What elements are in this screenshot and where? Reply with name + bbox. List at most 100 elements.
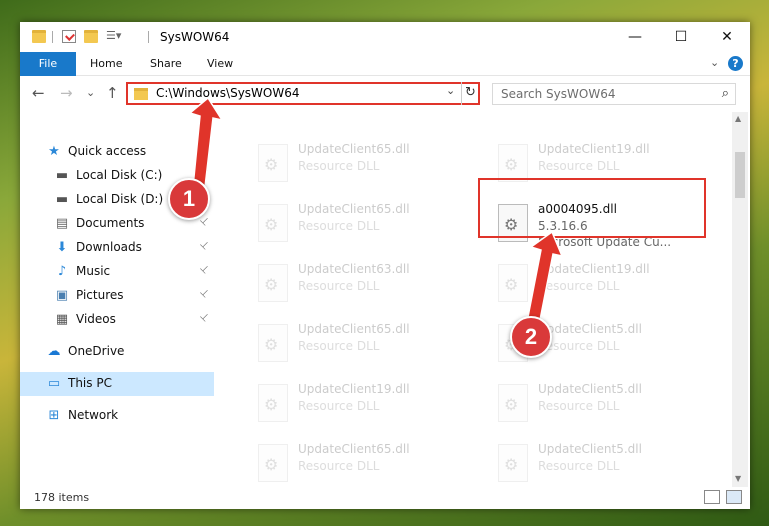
expand-ribbon-icon[interactable]: ⌄ xyxy=(710,56,719,69)
minimize-button[interactable]: — xyxy=(612,22,658,52)
sidebar-item-onedrive[interactable]: ☁ OneDrive xyxy=(20,340,214,364)
sidebar-icon: ▤ xyxy=(55,216,69,231)
pin-icon[interactable]: ⊥ xyxy=(197,287,211,301)
sidebar-item-videos[interactable]: ▦ Videos ⊥ xyxy=(20,308,214,332)
address-path[interactable]: C:\Windows\SysWOW64 xyxy=(156,86,300,100)
sidebar-item-quick-access[interactable]: ★ Quick access xyxy=(20,140,214,164)
dll-file-icon xyxy=(258,204,288,242)
file-name: UpdateClient65.dll xyxy=(298,442,410,456)
sidebar-item-network[interactable]: ⊞ Network xyxy=(20,404,214,428)
sidebar-icon: ⬇ xyxy=(56,240,68,255)
file-tile[interactable]: UpdateClient19.dll Resource DLL xyxy=(488,258,718,310)
sidebar-item-label: Local Disk (C:) xyxy=(76,168,163,182)
details-view-icon[interactable] xyxy=(704,490,720,504)
file-name: UpdateClient5.dll xyxy=(538,322,642,336)
file-explorer-window: ☰▾ SysWOW64 — ☐ ✕ File Home Share View ⌄… xyxy=(20,22,750,509)
sidebar-item-label: Music xyxy=(76,264,111,278)
address-bar[interactable]: C:\Windows\SysWOW64 ⌄ ↻ xyxy=(126,82,480,105)
search-input[interactable]: Search SysWOW64 ⌕ xyxy=(492,83,736,105)
address-dropdown-icon[interactable]: ⌄ xyxy=(446,84,455,97)
properties-icon[interactable] xyxy=(62,30,76,43)
title-bar: ☰▾ SysWOW64 — ☐ ✕ xyxy=(20,22,750,52)
vertical-scrollbar[interactable]: ▲ ▼ xyxy=(732,112,748,487)
pin-icon[interactable]: ⊥ xyxy=(197,263,211,277)
file-tile[interactable]: UpdateClient65.dll Resource DLL xyxy=(248,318,478,370)
sidebar-item-this-pc[interactable]: ▭ This PC xyxy=(20,372,214,396)
scroll-thumb[interactable] xyxy=(735,152,745,198)
search-placeholder: Search SysWOW64 xyxy=(501,87,616,101)
file-name: UpdateClient5.dll xyxy=(538,382,642,396)
scroll-up-icon[interactable]: ▲ xyxy=(735,114,741,123)
folder-icon[interactable] xyxy=(32,30,46,43)
tab-file[interactable]: File xyxy=(20,52,76,76)
customize-toolbar-icon[interactable]: ☰▾ xyxy=(106,29,130,42)
file-type: Resource DLL xyxy=(538,459,620,473)
sidebar-item-label: OneDrive xyxy=(68,344,125,358)
sidebar-item-pictures[interactable]: ▣ Pictures ⊥ xyxy=(20,284,214,308)
file-tile[interactable]: UpdateClient5.dll Resource DLL xyxy=(488,438,718,487)
sidebar-icon: ▬ xyxy=(55,168,69,183)
folder-icon xyxy=(134,88,148,100)
dll-file-icon xyxy=(258,324,288,362)
sidebar-item-label: Videos xyxy=(76,312,116,326)
file-tile[interactable]: UpdateClient19.dll Resource DLL xyxy=(248,378,478,430)
up-button[interactable]: ↑ xyxy=(106,84,119,102)
file-type: Resource DLL xyxy=(298,279,380,293)
close-button[interactable]: ✕ xyxy=(704,22,750,52)
refresh-button[interactable]: ↻ xyxy=(461,82,479,105)
dll-file-icon xyxy=(498,264,528,302)
pin-icon[interactable]: ⊥ xyxy=(197,311,211,325)
dll-file-icon xyxy=(498,444,528,482)
file-name: UpdateClient63.dll xyxy=(298,262,410,276)
dll-file-icon xyxy=(498,144,528,182)
file-tile[interactable]: UpdateClient63.dll Resource DLL xyxy=(248,258,478,310)
new-folder-icon[interactable] xyxy=(84,30,98,43)
sidebar-icon: ♪ xyxy=(57,264,67,279)
file-name: UpdateClient65.dll xyxy=(298,322,410,336)
pin-icon[interactable]: ⊥ xyxy=(197,167,211,181)
file-tile[interactable]: UpdateClient65.dll Resource DLL xyxy=(248,438,478,487)
dll-file-icon xyxy=(258,144,288,182)
file-name: UpdateClient19.dll xyxy=(298,382,410,396)
file-list: UpdateClient65.dllResource DLLUpdateClie… xyxy=(216,112,730,487)
sidebar-icon: ▣ xyxy=(55,288,69,303)
sidebar-icon: ★ xyxy=(48,144,60,159)
maximize-button[interactable]: ☐ xyxy=(658,22,704,52)
sidebar-item-label: Network xyxy=(68,408,119,422)
recent-locations-icon[interactable]: ⌄ xyxy=(86,86,95,99)
file-name: UpdateClient65.dll xyxy=(298,142,410,156)
help-icon[interactable]: ? xyxy=(728,56,743,71)
navigation-pane: ★ Quick access ▬ Local Disk (C:) ⊥ ▬ Local Dis… xyxy=(20,112,214,487)
pin-icon[interactable]: ⊥ xyxy=(197,239,211,253)
file-tile[interactable]: UpdateClient65.dll Resource DLL xyxy=(248,198,478,250)
sidebar-item-downloads[interactable]: ⬇ Downloads ⊥ xyxy=(20,236,214,260)
search-icon[interactable]: ⌕ xyxy=(722,86,729,101)
title-separator xyxy=(148,31,149,43)
forward-button[interactable]: → xyxy=(60,84,73,102)
window-title: SysWOW64 xyxy=(160,30,230,44)
step-badge-1: 1 xyxy=(168,178,210,220)
file-name: UpdateClient19.dll xyxy=(538,142,650,156)
tab-home[interactable]: Home xyxy=(90,52,122,76)
dll-file-icon xyxy=(258,444,288,482)
sidebar-item-music[interactable]: ♪ Music ⊥ xyxy=(20,260,214,284)
navigation-bar: ← → ⌄ ↑ C:\Windows\SysWOW64 ⌄ ↻ Search S… xyxy=(20,76,750,112)
sidebar-item-label: Pictures xyxy=(76,288,124,302)
file-name: UpdateClient19.dll xyxy=(538,262,650,276)
dll-file-icon xyxy=(258,384,288,422)
file-tile[interactable]: UpdateClient65.dll Resource DLL xyxy=(248,138,478,190)
file-tile[interactable]: UpdateClient5.dll Resource DLL xyxy=(488,378,718,430)
tab-share[interactable]: Share xyxy=(150,52,182,76)
tab-view[interactable]: View xyxy=(207,52,233,76)
back-button[interactable]: ← xyxy=(32,84,45,102)
sidebar-icon: ▦ xyxy=(55,312,69,327)
scroll-down-icon[interactable]: ▼ xyxy=(735,474,741,483)
target-file-highlight xyxy=(478,178,706,238)
file-type: Resource DLL xyxy=(538,399,620,413)
large-icons-view-icon[interactable] xyxy=(726,490,742,504)
sidebar-icon: ⊞ xyxy=(48,408,60,423)
status-bar: 178 items xyxy=(20,487,750,509)
file-name: UpdateClient65.dll xyxy=(298,202,410,216)
sidebar-icon: ▬ xyxy=(55,192,69,207)
file-type: Resource DLL xyxy=(298,219,380,233)
